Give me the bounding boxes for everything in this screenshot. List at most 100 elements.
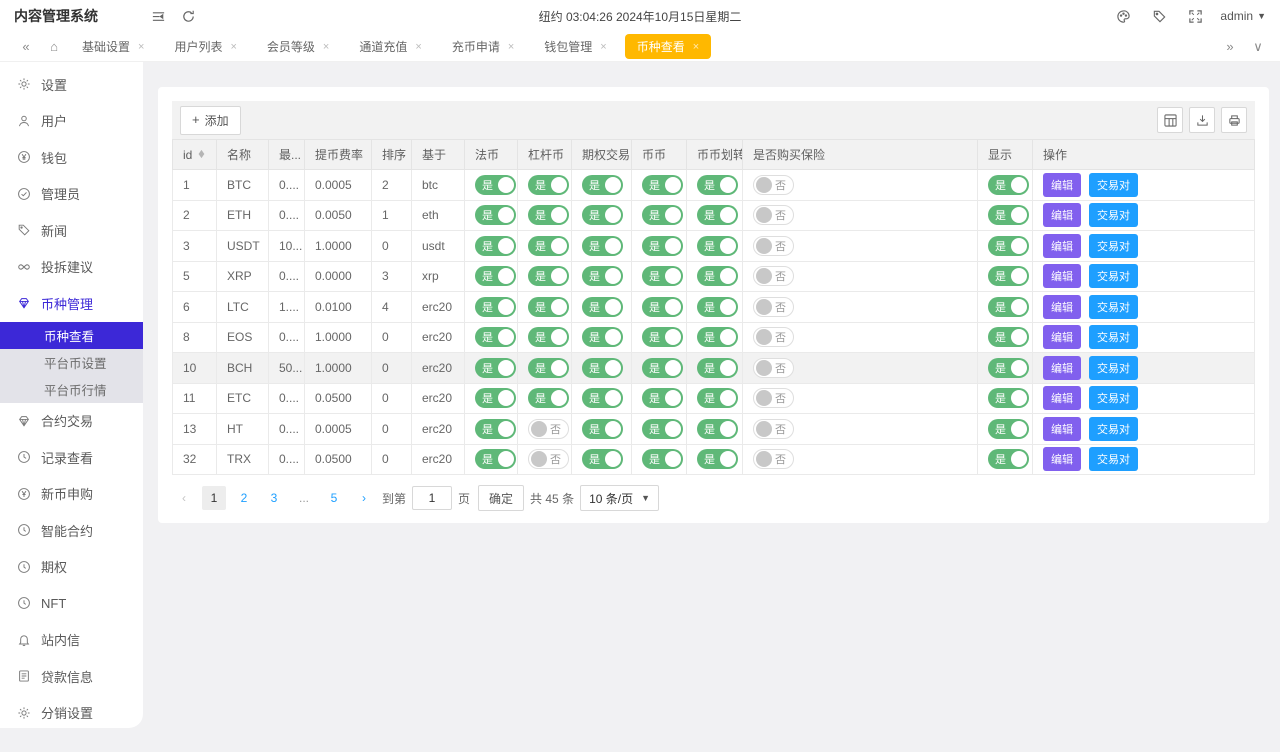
- sidebar-item-贷款信息[interactable]: 贷款信息: [0, 658, 143, 695]
- export-button[interactable]: [1189, 107, 1215, 133]
- sidebar-item-用户[interactable]: 用户: [0, 103, 143, 140]
- sidebar-item-NFT[interactable]: NFT: [0, 585, 143, 622]
- insurance-toggle-off[interactable]: 否: [753, 266, 794, 286]
- spot-transfer-toggle-on[interactable]: 是: [697, 297, 738, 317]
- tab-item[interactable]: 会员等级×: [255, 34, 341, 59]
- visible-toggle-on[interactable]: 是: [988, 449, 1029, 469]
- visible-toggle-on[interactable]: 是: [988, 419, 1029, 439]
- spot-transfer-toggle-on[interactable]: 是: [697, 388, 738, 408]
- page-button-2[interactable]: 2: [232, 486, 256, 510]
- visible-toggle-on[interactable]: 是: [988, 266, 1029, 286]
- fiat-toggle-on[interactable]: 是: [475, 327, 516, 347]
- leverage-toggle-off[interactable]: 否: [528, 419, 569, 439]
- option-trade-toggle-on[interactable]: 是: [582, 297, 623, 317]
- goto-confirm-button[interactable]: 确定: [478, 485, 524, 511]
- fiat-toggle-on[interactable]: 是: [475, 358, 516, 378]
- edit-button[interactable]: 编辑: [1043, 447, 1081, 471]
- spot-transfer-toggle-on[interactable]: 是: [697, 327, 738, 347]
- trading-pair-button[interactable]: 交易对: [1089, 356, 1138, 380]
- theme-palette-icon[interactable]: [1112, 0, 1134, 32]
- option-trade-toggle-on[interactable]: 是: [582, 236, 623, 256]
- insurance-toggle-off[interactable]: 否: [753, 175, 794, 195]
- sidebar-item-新币申购[interactable]: 新币申购: [0, 476, 143, 513]
- insurance-toggle-off[interactable]: 否: [753, 297, 794, 317]
- tab-close-icon[interactable]: ×: [230, 41, 236, 53]
- option-trade-toggle-on[interactable]: 是: [582, 266, 623, 286]
- page-button-3[interactable]: 3: [262, 486, 286, 510]
- goto-page-input[interactable]: [412, 486, 452, 510]
- edit-button[interactable]: 编辑: [1043, 417, 1081, 441]
- option-trade-toggle-on[interactable]: 是: [582, 388, 623, 408]
- sidebar-item-分销设置[interactable]: 分销设置: [0, 695, 143, 729]
- leverage-toggle-off[interactable]: 否: [528, 449, 569, 469]
- spot-toggle-on[interactable]: 是: [642, 205, 683, 225]
- tab-item[interactable]: 充币申请×: [440, 34, 526, 59]
- tab-close-icon[interactable]: ×: [600, 41, 606, 53]
- fullscreen-icon[interactable]: [1184, 0, 1206, 32]
- spot-toggle-on[interactable]: 是: [642, 419, 683, 439]
- spot-toggle-on[interactable]: 是: [642, 175, 683, 195]
- spot-toggle-on[interactable]: 是: [642, 327, 683, 347]
- visible-toggle-on[interactable]: 是: [988, 297, 1029, 317]
- tab-item[interactable]: 基础设置×: [70, 34, 156, 59]
- trading-pair-button[interactable]: 交易对: [1089, 203, 1138, 227]
- trading-pair-button[interactable]: 交易对: [1089, 234, 1138, 258]
- home-tab-icon[interactable]: ⌂: [42, 39, 66, 54]
- insurance-toggle-off[interactable]: 否: [753, 449, 794, 469]
- visible-toggle-on[interactable]: 是: [988, 327, 1029, 347]
- edit-button[interactable]: 编辑: [1043, 325, 1081, 349]
- spot-toggle-on[interactable]: 是: [642, 449, 683, 469]
- leverage-toggle-on[interactable]: 是: [528, 175, 569, 195]
- option-trade-toggle-on[interactable]: 是: [582, 175, 623, 195]
- visible-toggle-on[interactable]: 是: [988, 175, 1029, 195]
- fiat-toggle-on[interactable]: 是: [475, 175, 516, 195]
- sidebar-item-期权[interactable]: 期权: [0, 549, 143, 586]
- sidebar-item-智能合约[interactable]: 智能合约: [0, 512, 143, 549]
- tab-close-icon[interactable]: ×: [693, 41, 699, 53]
- leverage-toggle-on[interactable]: 是: [528, 388, 569, 408]
- sort-icon[interactable]: ▲▼: [198, 151, 205, 159]
- tabs-menu-icon[interactable]: ∨: [1246, 39, 1270, 55]
- leverage-toggle-on[interactable]: 是: [528, 297, 569, 317]
- insurance-toggle-off[interactable]: 否: [753, 358, 794, 378]
- tag-icon[interactable]: [1148, 0, 1170, 32]
- leverage-toggle-on[interactable]: 是: [528, 358, 569, 378]
- sidebar-subitem-平台币设置[interactable]: 平台币设置: [0, 349, 143, 376]
- edit-button[interactable]: 编辑: [1043, 264, 1081, 288]
- fiat-toggle-on[interactable]: 是: [475, 297, 516, 317]
- leverage-toggle-on[interactable]: 是: [528, 236, 569, 256]
- tab-item[interactable]: 通道充值×: [347, 34, 433, 59]
- sidebar-item-钱包[interactable]: 钱包: [0, 139, 143, 176]
- column-header-id[interactable]: id▲▼: [173, 140, 217, 170]
- option-trade-toggle-on[interactable]: 是: [582, 205, 623, 225]
- spot-toggle-on[interactable]: 是: [642, 388, 683, 408]
- spot-transfer-toggle-on[interactable]: 是: [697, 236, 738, 256]
- trading-pair-button[interactable]: 交易对: [1089, 173, 1138, 197]
- edit-button[interactable]: 编辑: [1043, 386, 1081, 410]
- spot-transfer-toggle-on[interactable]: 是: [697, 175, 738, 195]
- sidebar-item-币种管理[interactable]: 币种管理: [0, 285, 143, 322]
- page-button-5[interactable]: 5: [322, 486, 346, 510]
- sidebar-item-合约交易[interactable]: 合约交易: [0, 403, 143, 440]
- fiat-toggle-on[interactable]: 是: [475, 419, 516, 439]
- spot-transfer-toggle-on[interactable]: 是: [697, 419, 738, 439]
- sidebar-item-设置[interactable]: 设置: [0, 66, 143, 103]
- trading-pair-button[interactable]: 交易对: [1089, 295, 1138, 319]
- next-page-button[interactable]: ›: [352, 486, 376, 510]
- print-button[interactable]: [1221, 107, 1247, 133]
- sidebar-item-管理员[interactable]: 管理员: [0, 176, 143, 213]
- fiat-toggle-on[interactable]: 是: [475, 388, 516, 408]
- edit-button[interactable]: 编辑: [1043, 203, 1081, 227]
- visible-toggle-on[interactable]: 是: [988, 388, 1029, 408]
- user-menu[interactable]: admin ▼: [1220, 9, 1266, 23]
- option-trade-toggle-on[interactable]: 是: [582, 449, 623, 469]
- fiat-toggle-on[interactable]: 是: [475, 449, 516, 469]
- spot-toggle-on[interactable]: 是: [642, 297, 683, 317]
- tab-close-icon[interactable]: ×: [508, 41, 514, 53]
- visible-toggle-on[interactable]: 是: [988, 358, 1029, 378]
- tabs-scroll-left-icon[interactable]: «: [14, 39, 38, 54]
- sidebar-item-站内信[interactable]: 站内信: [0, 622, 143, 659]
- insurance-toggle-off[interactable]: 否: [753, 327, 794, 347]
- collapse-menu-icon[interactable]: [143, 0, 173, 32]
- tab-active[interactable]: 币种查看×: [625, 34, 711, 59]
